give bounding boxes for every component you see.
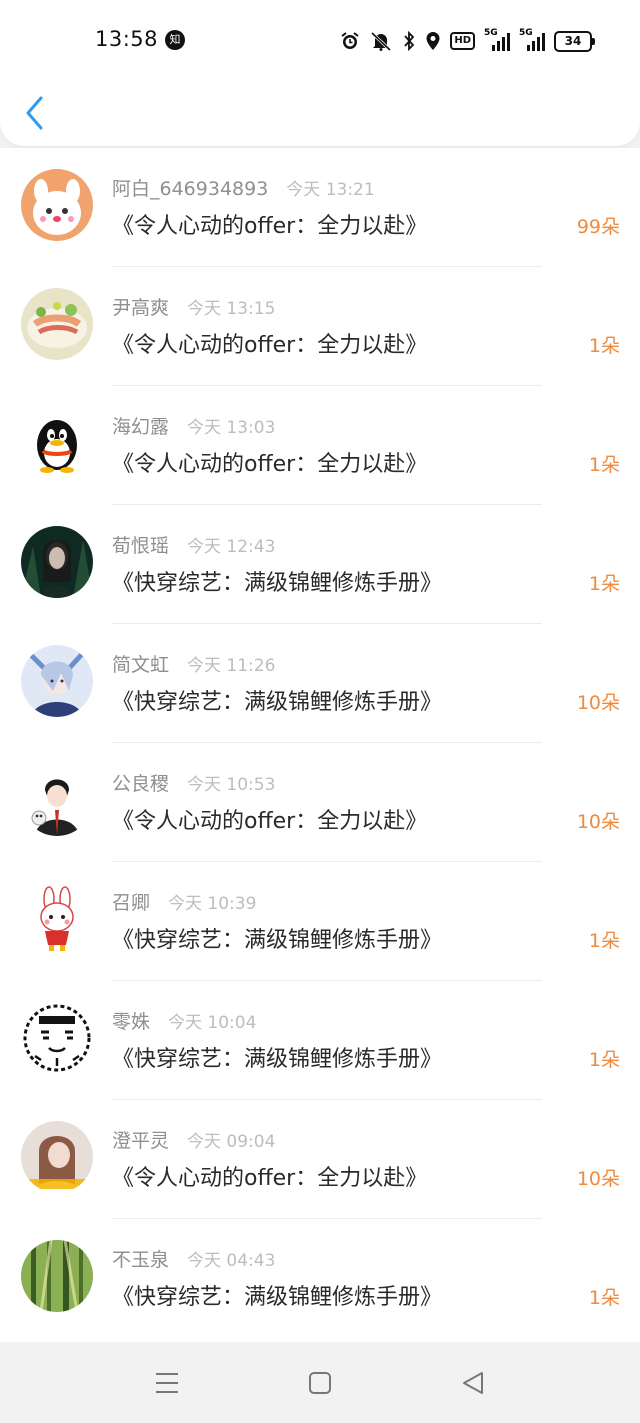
user-name: 海幻露 今天 13:03: [112, 416, 276, 438]
avatar[interactable]: [21, 645, 93, 717]
book-title: 《快穿综艺：满级锦鲤修炼手册》: [112, 1285, 443, 1310]
list-item[interactable]: 阿白_646934893 今天 13:21 《令人心动的offer：全力以赴》 9…: [0, 148, 640, 267]
timestamp: 今天 04:43: [187, 1251, 276, 1271]
timestamp: 今天 12:43: [187, 537, 276, 557]
gift-count: 10朵: [576, 1168, 620, 1190]
timestamp: 今天 10:04: [168, 1013, 257, 1033]
signal-5g-icon-1: 5G: [484, 28, 510, 51]
timestamp: 今天 10:39: [168, 894, 257, 914]
book-title: 《快穿综艺：满级锦鲤修炼手册》: [112, 928, 443, 953]
avatar[interactable]: [21, 1002, 93, 1074]
avatar[interactable]: [21, 407, 93, 479]
book-title: 《快穿综艺：满级锦鲤修炼手册》: [112, 571, 443, 596]
gift-count: 99朵: [576, 216, 620, 238]
list-item[interactable]: 零姝 今天 10:04 《快穿综艺：满级锦鲤修炼手册》 1朵: [0, 981, 640, 1100]
book-title: 《快穿综艺：满级锦鲤修炼手册》: [112, 690, 443, 715]
battery-indicator: 34: [554, 30, 595, 52]
location-icon: [425, 31, 441, 51]
alarm-icon: [340, 31, 360, 51]
gift-count: 1朵: [588, 454, 620, 476]
gift-count: 1朵: [588, 1049, 620, 1071]
user-name: 澄平灵 今天 09:04: [112, 1130, 276, 1152]
book-title: 《令人心动的offer：全力以赴》: [112, 1166, 428, 1191]
gift-count: 10朵: [576, 692, 620, 714]
gift-count: 1朵: [588, 1287, 620, 1309]
chevron-left-icon[interactable]: [22, 94, 48, 132]
book-title: 《快穿综艺：满级锦鲤修炼手册》: [112, 1047, 443, 1072]
status-bar: 13:58 知 HD 5G 5G 34: [0, 0, 640, 80]
list-item[interactable]: 荀恨瑶 今天 12:43 《快穿综艺：满级锦鲤修炼手册》 1朵: [0, 505, 640, 624]
avatar[interactable]: [21, 764, 93, 836]
list-item[interactable]: 澄平灵 今天 09:04 《令人心动的offer：全力以赴》 10朵: [0, 1100, 640, 1219]
gift-count: 10朵: [576, 811, 620, 833]
book-title: 《令人心动的offer：全力以赴》: [112, 333, 428, 358]
timestamp: 今天 13:03: [187, 418, 276, 438]
user-name: 尹高爽 今天 13:15: [112, 297, 276, 319]
list-item[interactable]: 公良稷 今天 10:53 《令人心动的offer：全力以赴》 10朵: [0, 743, 640, 862]
hd-voice-badge: HD: [450, 32, 475, 50]
header-bar: [0, 80, 640, 146]
avatar[interactable]: [21, 288, 93, 360]
list-item[interactable]: 简文虹 今天 11:26 《快穿综艺：满级锦鲤修炼手册》 10朵: [0, 624, 640, 743]
user-name: 简文虹 今天 11:26: [112, 654, 276, 676]
bluetooth-icon: [402, 31, 416, 51]
status-time: 13:58: [95, 27, 159, 51]
gift-count: 1朵: [588, 573, 620, 595]
list-item[interactable]: 海幻露 今天 13:03 《令人心动的offer：全力以赴》 1朵: [0, 386, 640, 505]
app-notification-badge: 知: [165, 30, 185, 50]
list-item[interactable]: 尹高爽 今天 13:15 《令人心动的offer：全力以赴》 1朵: [0, 267, 640, 386]
user-name: 公良稷 今天 10:53: [112, 773, 276, 795]
menu-icon[interactable]: [154, 1370, 180, 1400]
book-title: 《令人心动的offer：全力以赴》: [112, 214, 428, 239]
avatar[interactable]: [21, 169, 93, 241]
status-icons: HD 5G 5G 34: [340, 28, 595, 54]
timestamp: 今天 09:04: [187, 1132, 276, 1152]
bell-muted-icon: [369, 31, 393, 51]
user-name: 阿白_646934893 今天 13:21: [112, 178, 375, 200]
avatar[interactable]: [21, 1121, 93, 1193]
book-title: 《令人心动的offer：全力以赴》: [112, 452, 428, 477]
list-item[interactable]: 不玉泉 今天 04:43 《快穿综艺：满级锦鲤修炼手册》 1朵: [0, 1219, 640, 1338]
gift-record-list: 阿白_646934893 今天 13:21 《令人心动的offer：全力以赴》 9…: [0, 148, 640, 1342]
square-home-icon[interactable]: [307, 1370, 333, 1400]
book-title: 《令人心动的offer：全力以赴》: [112, 809, 428, 834]
avatar[interactable]: [21, 526, 93, 598]
user-name: 不玉泉 今天 04:43: [112, 1249, 276, 1271]
gift-count: 1朵: [588, 930, 620, 952]
avatar[interactable]: [21, 1240, 93, 1312]
timestamp: 今天 11:26: [187, 656, 276, 676]
timestamp: 今天 13:21: [286, 180, 375, 200]
user-name: 荀恨瑶 今天 12:43: [112, 535, 276, 557]
list-item[interactable]: 召卿 今天 10:39 《快穿综艺：满级锦鲤修炼手册》 1朵: [0, 862, 640, 981]
timestamp: 今天 13:15: [187, 299, 276, 319]
avatar[interactable]: [21, 883, 93, 955]
user-name: 零姝 今天 10:04: [112, 1011, 257, 1033]
timestamp: 今天 10:53: [187, 775, 276, 795]
user-name: 召卿 今天 10:39: [112, 892, 257, 914]
system-nav-bar: [0, 1342, 640, 1423]
signal-5g-icon-2: 5G: [519, 28, 545, 51]
triangle-back-icon[interactable]: [460, 1370, 486, 1400]
gift-count: 1朵: [588, 335, 620, 357]
